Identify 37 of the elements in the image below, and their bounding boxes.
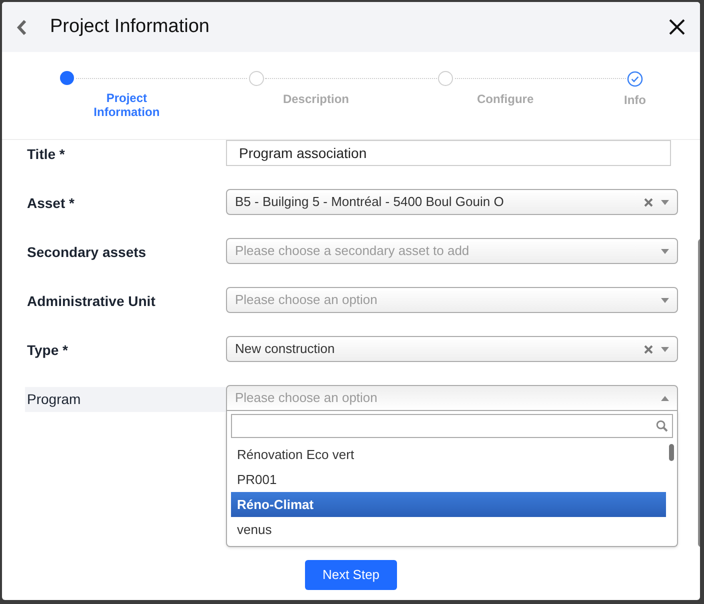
select-field[interactable]: New construction (226, 336, 678, 362)
select-field[interactable]: Please choose an option (226, 287, 678, 313)
dropdown-option[interactable]: venus (231, 517, 666, 542)
step-label[interactable]: Description (282, 92, 349, 106)
back-button[interactable] (14, 17, 28, 37)
field-label: Program (25, 387, 226, 412)
select-value: B5 - Builging 5 - Montréal - 5400 Boul Gouin O (235, 193, 505, 212)
select-value: New construction (235, 340, 336, 358)
select-field[interactable]: B5 - Builging 5 - Montréal - 5400 Boul Gouin O (226, 189, 678, 215)
text-field[interactable]: Program association (226, 140, 671, 166)
field-label: Type * (26, 341, 68, 360)
search-icon (656, 420, 668, 432)
dropdown-option[interactable]: PR001 (231, 467, 666, 492)
step-label[interactable]: Info (624, 93, 646, 107)
select-field[interactable]: Please choose a secondary asset to add (226, 238, 678, 264)
clear-icon[interactable] (644, 344, 653, 354)
select-placeholder: Please choose a secondary asset to add (235, 242, 470, 260)
select-placeholder: Please choose an option (235, 291, 378, 310)
select-placeholder: Please choose an option (235, 389, 378, 408)
next-step-button[interactable]: Next Step (305, 560, 397, 590)
close-icon (669, 19, 685, 35)
window-title: Project Information (50, 14, 210, 39)
select-field[interactable]: Please choose an option (226, 385, 678, 411)
dropdown-option[interactable]: Réno-Climat (231, 492, 666, 517)
step-label[interactable]: Project Information (92, 91, 162, 119)
chevron-left-icon (16, 18, 26, 36)
dropdown-option[interactable]: Rénovation Eco vert (231, 442, 666, 467)
step-label[interactable]: Configure (476, 92, 534, 106)
scrollbar-thumb[interactable] (669, 444, 674, 461)
dropdown-search-field[interactable] (231, 414, 673, 438)
clear-icon[interactable] (644, 198, 653, 206)
close-button[interactable] (668, 18, 686, 36)
field-label: Title * (26, 145, 65, 164)
field-label: Administrative Unit (26, 292, 156, 311)
field-label: Secondary assets (26, 243, 146, 262)
step-check-icon (626, 71, 643, 87)
field-label: Asset * (26, 194, 74, 213)
